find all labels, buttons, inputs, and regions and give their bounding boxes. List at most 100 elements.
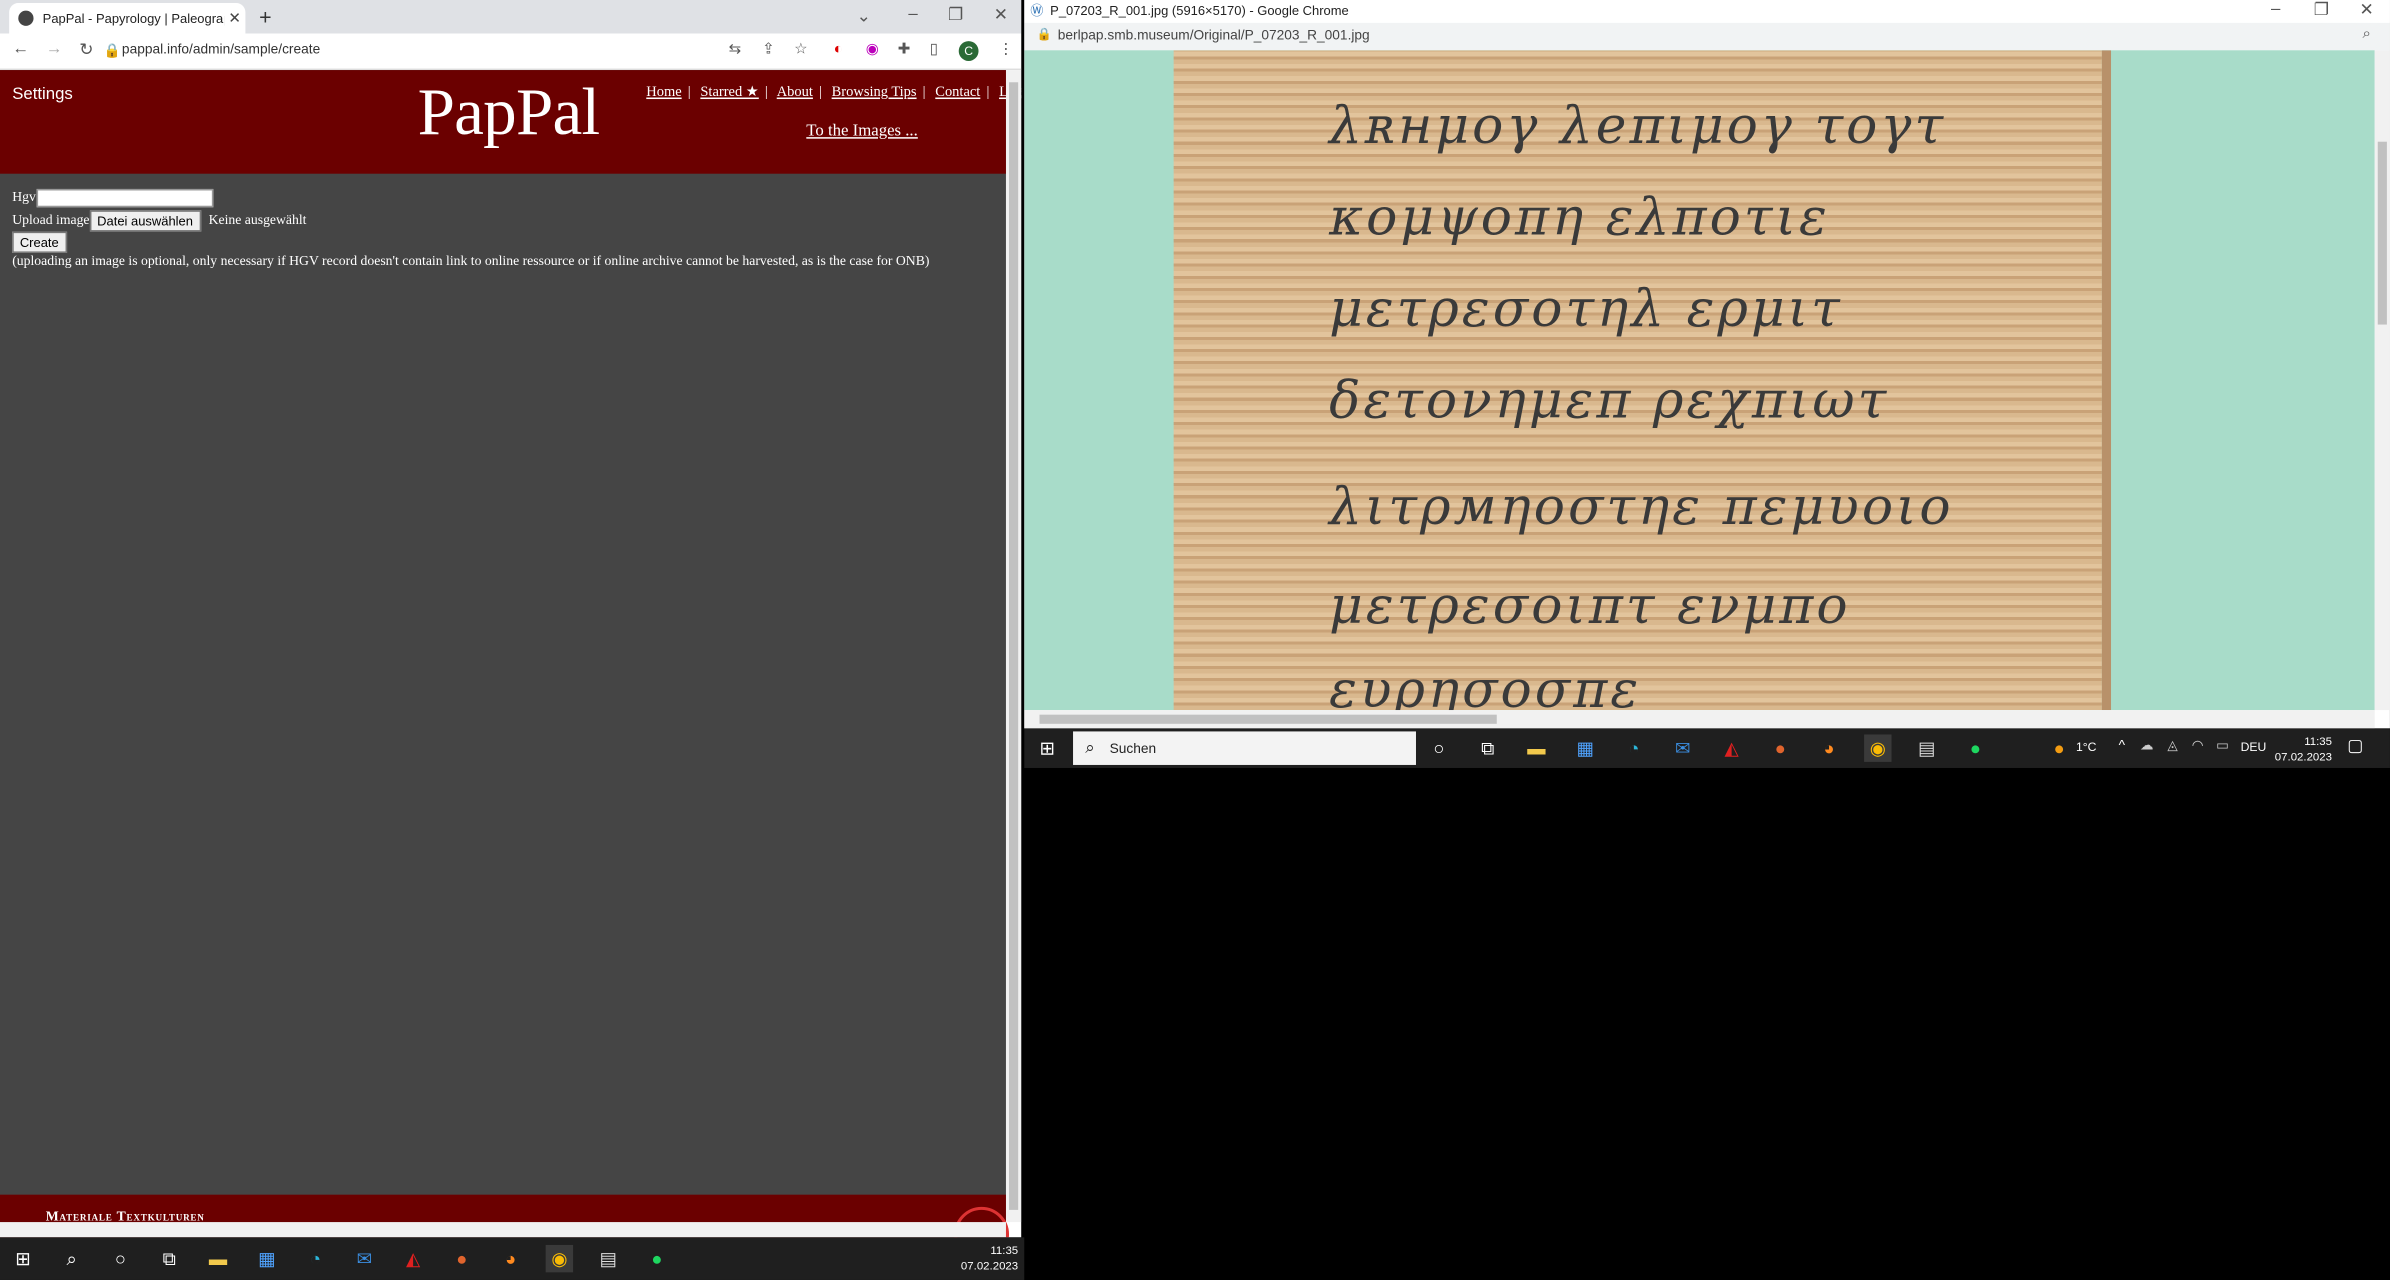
clock[interactable]: 11:35 07.02.2023 [2262, 734, 2332, 764]
windows-start-icon[interactable]: ⊞ [9, 1245, 36, 1272]
menu-home[interactable]: Home [646, 85, 681, 100]
taskbar-right: ⊞ ⌕ Suchen ○ ⧉ ▬ ▦ ◔ ✉ ◭ ● ◕ ◉ ▤ ● ● 1°C… [1024, 728, 2390, 768]
close-window-icon[interactable]: ✕ [994, 5, 1008, 24]
vertical-scrollbar[interactable] [2374, 50, 2390, 711]
forward-icon[interactable]: → [46, 40, 63, 58]
weather-temp[interactable]: 1°C [2076, 741, 2096, 755]
menu-about[interactable]: About [777, 85, 813, 100]
main-menu: Home | Starred ★ | About | Browsing Tips | C… [646, 84, 1021, 100]
script-line: ευρησοσπε [1329, 659, 1642, 711]
site-logo[interactable]: PapPal [418, 73, 601, 151]
settings-link[interactable]: Settings [12, 85, 73, 103]
extension-red-icon[interactable]: ◐ [834, 41, 843, 58]
tray-chevron-icon[interactable]: ^ [2119, 738, 2125, 753]
minimize-icon[interactable]: – [908, 5, 917, 23]
scroll-thumb[interactable] [2377, 141, 2387, 325]
store-icon[interactable]: ▦ [253, 1245, 280, 1272]
clock[interactable]: 11:35 07.02.2023 [930, 1243, 1018, 1273]
menu-kebab-icon[interactable]: ⋮ [998, 41, 1013, 58]
app-window-icon[interactable]: ▤ [594, 1245, 621, 1272]
script-line: λιτρмηοστηε πεμυοιο [1329, 476, 1954, 538]
star-icon[interactable]: ☆ [794, 41, 808, 58]
onedrive-icon[interactable]: ☁ [2140, 738, 2154, 755]
horizontal-scrollbar[interactable] [0, 1222, 1006, 1238]
acrobat-icon[interactable]: ◭ [1718, 734, 1745, 761]
powerpoint-icon[interactable]: ● [1767, 734, 1794, 761]
vertical-scrollbar[interactable] [1005, 70, 1022, 1223]
clock-time: 11:35 [990, 1243, 1019, 1258]
chrome-icon[interactable]: ◉ [1864, 734, 1892, 762]
hgv-input[interactable] [35, 188, 213, 208]
battery-icon[interactable]: ▭ [2216, 738, 2229, 755]
task-view-icon[interactable]: ⧉ [1474, 734, 1501, 761]
mail-icon[interactable]: ✉ [351, 1245, 378, 1272]
url-field[interactable]: berlpap.smb.museum/Original/P_07203_R_00… [1058, 27, 1370, 42]
left-browser-window: PapPal - Papyrology | Paleograph ✕ + ⌄ –… [0, 0, 1022, 1238]
papyrus-image[interactable]: λʀнμoγ λeπιμoγ τογτ κoμψoπη ɛλπoτιɛ μετρ… [1024, 50, 2375, 711]
scroll-thumb[interactable] [1039, 714, 1497, 724]
new-tab-button[interactable]: + [259, 5, 271, 29]
file-explorer-icon[interactable]: ▬ [1523, 734, 1550, 761]
site-favicon-icon [18, 10, 34, 26]
horizontal-scrollbar[interactable] [1024, 710, 2375, 729]
cortana-icon[interactable]: ○ [107, 1245, 134, 1272]
tab-pappal[interactable]: PapPal - Papyrology | Paleograph ✕ [9, 3, 246, 34]
search-icon: ⌕ [1085, 739, 1095, 758]
scroll-thumb[interactable] [1009, 82, 1019, 1210]
close-window-icon[interactable]: ✕ [2359, 0, 2373, 20]
right-browser-window: Ⓦ P_07203_R_001.jpg (5916×5170) - Google… [1024, 0, 2390, 729]
powerpoint-icon[interactable]: ● [448, 1245, 475, 1272]
sidepanel-icon[interactable]: ▯ [930, 41, 938, 58]
acrobat-icon[interactable]: ◭ [399, 1245, 426, 1272]
menu-starred[interactable]: Starred ★ [700, 85, 758, 100]
upload-label: Upload image [12, 211, 90, 228]
edge-icon[interactable]: ◔ [302, 1245, 329, 1272]
windows-start-icon[interactable]: ⊞ [1033, 734, 1060, 761]
wifi-icon[interactable]: ◠ [2192, 738, 2204, 755]
notifications-icon[interactable]: ▢ [2347, 736, 2363, 756]
zoom-icon[interactable]: ⌕ [2363, 26, 2372, 43]
clock-date: 07.02.2023 [960, 1258, 1019, 1273]
site-header: Settings PapPal Home | Starred ★ | About | … [0, 70, 1021, 174]
spotify-icon[interactable]: ● [1962, 734, 1989, 761]
store-icon[interactable]: ▦ [1571, 734, 1598, 761]
menu-contact[interactable]: Contact [935, 85, 980, 100]
extensions-puzzle-icon[interactable]: ✚ [898, 41, 911, 58]
translate-icon[interactable]: ⇆ [729, 41, 742, 58]
file-explorer-icon[interactable]: ▬ [204, 1245, 231, 1272]
firefox-icon[interactable]: ◕ [1815, 734, 1842, 761]
restore-icon[interactable]: ❐ [2314, 0, 2329, 20]
extension-purple-icon[interactable]: ◉ [866, 41, 879, 58]
firefox-icon[interactable]: ◕ [497, 1245, 524, 1272]
clock-date: 07.02.2023 [2274, 749, 2333, 764]
file-choose-button[interactable]: Datei auswählen [89, 210, 201, 232]
restore-icon[interactable]: ❐ [948, 5, 963, 24]
taskbar-search-box[interactable]: ⌕ Suchen [1073, 731, 1416, 765]
to-images-link[interactable]: To the Images ... [806, 122, 918, 140]
taskbar-left: ⊞ ⌕ ○ ⧉ ▬ ▦ ◔ ✉ ◭ ● ◕ ◉ ▤ ● 11:35 07.02.… [0, 1237, 1025, 1280]
network-icon[interactable]: ◬ [2167, 738, 2178, 755]
app-window-icon[interactable]: ▤ [1913, 734, 1940, 761]
tab-title: PapPal - Papyrology | Paleograph [42, 10, 225, 26]
search-placeholder: Suchen [1109, 740, 1157, 756]
reload-icon[interactable]: ↻ [79, 40, 93, 59]
cortana-icon[interactable]: ○ [1425, 734, 1452, 761]
url-field[interactable]: pappal.info/admin/sample/create [122, 41, 320, 56]
search-icon[interactable]: ⌕ [58, 1245, 85, 1272]
task-view-icon[interactable]: ⧉ [155, 1245, 182, 1272]
wordpress-icon: Ⓦ [1030, 3, 1044, 19]
profile-avatar[interactable]: C [958, 41, 979, 61]
spotify-icon[interactable]: ● [643, 1245, 670, 1272]
chrome-icon[interactable]: ◉ [545, 1244, 574, 1273]
minimize-icon[interactable]: – [2271, 0, 2280, 18]
edge-icon[interactable]: ◔ [1620, 734, 1647, 761]
share-icon[interactable]: ⇪ [762, 41, 775, 58]
lock-icon: 🔒 [103, 42, 121, 58]
back-icon[interactable]: ← [12, 40, 29, 58]
menu-browsing-tips[interactable]: Browsing Tips [832, 85, 917, 100]
tab-search-icon[interactable]: ⌄ [857, 6, 871, 26]
weather-icon[interactable]: ● [2045, 734, 2072, 761]
mail-icon[interactable]: ✉ [1669, 734, 1696, 761]
create-button[interactable]: Create [12, 231, 67, 253]
close-tab-icon[interactable]: ✕ [224, 10, 245, 27]
